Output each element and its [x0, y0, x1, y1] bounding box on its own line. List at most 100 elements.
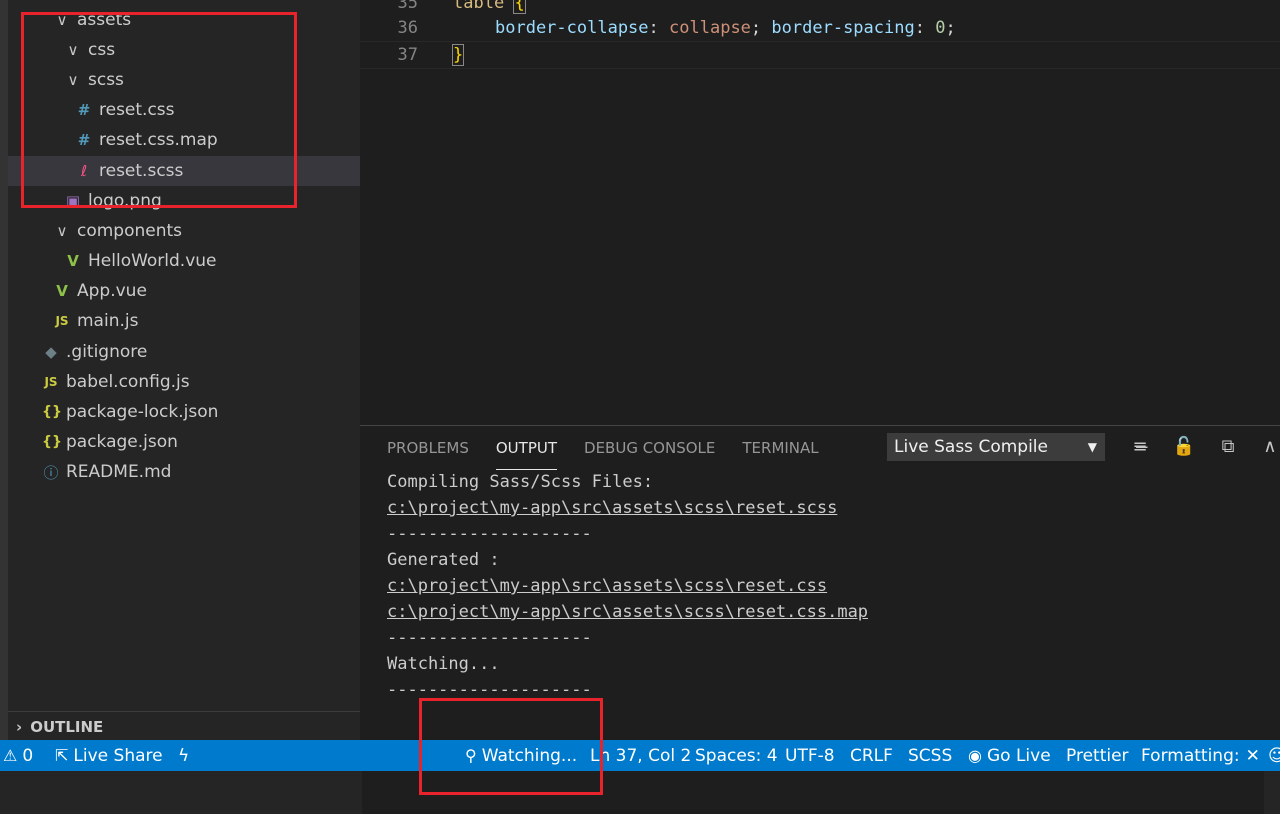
outline-label: OUTLINE [30, 717, 104, 736]
tree-item-label: css [88, 40, 116, 60]
output-line: -------------------- [387, 524, 592, 544]
watch-icon: ⚲ [465, 746, 477, 765]
open-brace: { [513, 0, 526, 14]
tab-debug-console[interactable]: DEBUG CONSOLE [584, 426, 715, 470]
line-number: 36 [397, 18, 418, 38]
tree-file-babel-config[interactable]: JS babel.config.js [8, 367, 360, 397]
tree-item-label: babel.config.js [66, 372, 190, 392]
tree-file-reset-css[interactable]: # reset.css [8, 95, 360, 125]
lock-icon[interactable]: 🔓 [1171, 434, 1197, 460]
code-line: 36 border-collapse: collapse; border-spa… [360, 15, 1280, 41]
tab-problems[interactable]: PROBLEMS [387, 426, 469, 470]
encoding-status[interactable]: UTF-8 [785, 740, 835, 771]
status-bar: ⚠ 0 ⇱ Live Share ϟ ⚲ Watching... Ln 37, … [0, 740, 1280, 771]
tree-item-label: components [77, 221, 183, 241]
tab-output[interactable]: OUTPUT [495, 426, 558, 470]
code-editor[interactable]: 35 table { 36 border-collapse: collapse;… [360, 0, 1280, 425]
css-file-icon: # [77, 131, 91, 149]
explorer-sidebar: ∨ assets ∨ css ∨ scss # reset.css # rese… [8, 0, 360, 740]
language-mode[interactable]: SCSS [908, 740, 952, 771]
vue-file-icon: V [56, 282, 68, 300]
bottom-panel: PROBLEMS OUTPUT DEBUG CONSOLE TERMINAL L… [360, 425, 1280, 741]
semicolon: ; [750, 18, 762, 38]
outline-section-header[interactable]: › OUTLINE [8, 711, 360, 741]
tree-item-label: README.md [66, 462, 172, 482]
prettier-status[interactable]: Prettier [1066, 740, 1129, 771]
copy-icon[interactable]: ⧉ [1215, 434, 1241, 460]
activity-bar-edge [0, 0, 8, 740]
tree-file-gitignore[interactable]: ◆ .gitignore [8, 337, 360, 367]
semicolon: ; [945, 18, 956, 38]
watching-label: Watching... [481, 745, 578, 766]
tree-file-app-vue[interactable]: V App.vue [8, 276, 360, 306]
tree-folder-assets[interactable]: ∨ assets [8, 5, 360, 35]
tree-item-label: package-lock.json [66, 402, 219, 422]
cursor-position[interactable]: Ln 37, Col 2 [590, 740, 691, 771]
tree-folder-components[interactable]: ∨ components [8, 216, 360, 246]
output-line: Compiling Sass/Scss Files: [387, 472, 654, 492]
css-file-icon: # [77, 101, 91, 119]
tree-file-package-lock[interactable]: {} package-lock.json [8, 397, 360, 427]
code-line-current: 37 } [360, 41, 1280, 69]
indentation-status[interactable]: Spaces: 4 [695, 740, 778, 771]
sass-watching-button[interactable]: ⚲ Watching... [465, 740, 577, 771]
vue-file-icon: V [67, 252, 79, 270]
clear-output-icon[interactable]: ≡̶ [1127, 434, 1153, 460]
json-file-icon: {} [42, 404, 62, 420]
maximize-panel-icon[interactable]: ∧ [1257, 434, 1280, 460]
tree-file-main-js[interactable]: JS main.js [8, 306, 360, 336]
css-value: collapse [669, 18, 751, 38]
output-channel-value: Live Sass Compile [894, 437, 1048, 457]
tree-item-label: package.json [66, 432, 178, 452]
chevron-down-icon: ∨ [56, 222, 68, 240]
chevron-down-icon: ∨ [67, 71, 79, 89]
tree-file-logo-png[interactable]: ▣ logo.png [8, 186, 360, 216]
tree-file-readme[interactable]: ⓘ README.md [8, 457, 360, 487]
live-share-label: Live Share [73, 745, 163, 766]
info-icon: ⓘ [43, 463, 59, 482]
tree-item-label: scss [88, 70, 124, 90]
live-share-button[interactable]: ⇱ Live Share [55, 740, 163, 771]
broadcast-icon: ◉ [968, 746, 982, 765]
git-file-icon: ◆ [45, 343, 57, 361]
tree-file-helloworld-vue[interactable]: V HelloWorld.vue [8, 246, 360, 276]
line-number: 37 [397, 45, 418, 65]
tree-folder-scss[interactable]: ∨ scss [8, 65, 360, 95]
output-line: Watching... [387, 654, 500, 674]
close-icon: ✕ [1245, 745, 1260, 766]
live-share-icon: ⇱ [55, 746, 69, 765]
feedback-icon[interactable]: ☺ [1268, 740, 1280, 771]
css-value: 0 [935, 18, 946, 38]
output-link[interactable]: c:\project\my-app\src\assets\scss\reset.… [387, 576, 827, 596]
tree-item-label: assets [77, 10, 132, 30]
problems-count: 0 [22, 745, 34, 766]
output-link[interactable]: c:\project\my-app\src\assets\scss\reset.… [387, 602, 868, 622]
warning-icon: ⚠ [3, 746, 18, 765]
go-live-button[interactable]: ◉ Go Live [968, 740, 1051, 771]
sass-file-icon: ℓ [80, 162, 88, 180]
output-channel-select[interactable]: Live Sass Compile ▼ [887, 433, 1105, 461]
tree-file-package-json[interactable]: {} package.json [8, 427, 360, 457]
output-line: -------------------- [387, 680, 592, 700]
tree-item-label: main.js [77, 311, 139, 331]
tree-item-label: logo.png [88, 191, 162, 211]
colon: : [914, 18, 925, 38]
css-selector: table [453, 0, 505, 13]
output-link[interactable]: c:\project\my-app\src\assets\scss\reset.… [387, 498, 837, 518]
tree-folder-css[interactable]: ∨ css [8, 35, 360, 65]
chevron-down-icon: ∨ [67, 41, 79, 59]
eol-status[interactable]: CRLF [850, 740, 893, 771]
line-number: 35 [397, 0, 418, 13]
tree-file-reset-css-map[interactable]: # reset.css.map [8, 125, 360, 155]
bolt-icon[interactable]: ϟ [178, 740, 189, 771]
formatting-status[interactable]: Formatting: ✕ [1141, 740, 1260, 771]
tree-item-label: HelloWorld.vue [88, 251, 217, 271]
css-property: border-spacing [771, 18, 915, 38]
problems-status[interactable]: ⚠ 0 [3, 740, 33, 771]
tab-terminal[interactable]: TERMINAL [742, 426, 818, 470]
lower-window-area [0, 771, 1280, 814]
tree-item-label: reset.scss [99, 161, 184, 181]
tree-file-reset-scss[interactable]: ℓ reset.scss [8, 156, 360, 186]
tree-item-label: .gitignore [66, 342, 148, 362]
image-file-icon: ▣ [65, 192, 81, 210]
